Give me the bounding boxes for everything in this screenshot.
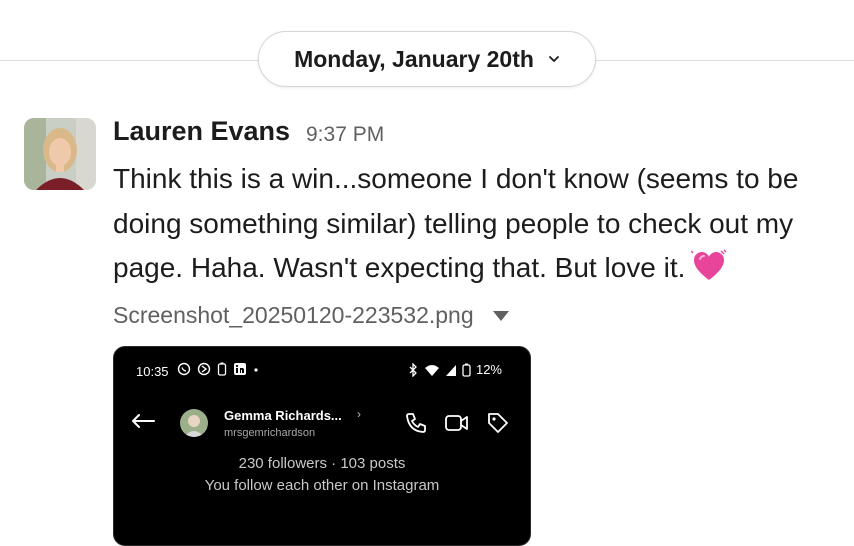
linkedin-icon: [234, 363, 246, 375]
heart-pulse-icon: [691, 249, 727, 280]
battery-percentage: 12%: [475, 362, 502, 377]
status-bar-system-icons: 12%: [407, 362, 502, 377]
message-timestamp[interactable]: 9:37 PM: [306, 123, 384, 147]
message-author[interactable]: Lauren Evans: [113, 116, 290, 147]
profile-mutual-follow: You follow each other on Instagram: [204, 477, 440, 494]
date-divider-label: Monday, January 20th: [294, 45, 534, 72]
battery-icon: [462, 363, 471, 377]
profile-actions: [404, 411, 510, 435]
signal-icon: [445, 364, 456, 376]
dot-icon: [254, 368, 258, 372]
back-arrow-icon: [132, 414, 155, 428]
attachment-file-name[interactable]: Screenshot_20250120-223532.png: [113, 302, 474, 329]
bluetooth-icon: [409, 362, 417, 377]
profile-stats: 230 followers · 103 posts: [238, 455, 406, 472]
sync-icon: [197, 362, 211, 376]
profile-name: Gemma Richards...: [224, 408, 342, 423]
video-call-icon: [445, 415, 468, 431]
caret-down-icon[interactable]: [492, 310, 510, 322]
wifi-icon: [424, 364, 439, 376]
chevron-down-icon: [549, 56, 559, 62]
profile-handle: mrsgemrichardson: [224, 427, 316, 439]
attachment-image[interactable]: 10:35 12% Gemma Richards... › mrsgemrich…: [113, 346, 531, 546]
status-bar-time: 10:35: [136, 364, 169, 379]
battery-small-icon: [217, 362, 227, 376]
whatsapp-icon: [177, 362, 191, 376]
tag-icon: [488, 413, 508, 433]
avatar[interactable]: [24, 118, 96, 190]
phone-icon: [406, 413, 426, 433]
attachment-header: Screenshot_20250120-223532.png: [113, 302, 510, 329]
message-text: Think this is a win...someone I don't kn…: [113, 157, 843, 291]
status-bar-notification-icons: [177, 362, 259, 376]
profile-avatar: [180, 409, 208, 437]
date-divider-button[interactable]: Monday, January 20th: [258, 31, 596, 87]
chevron-right-icon: ›: [357, 407, 361, 421]
